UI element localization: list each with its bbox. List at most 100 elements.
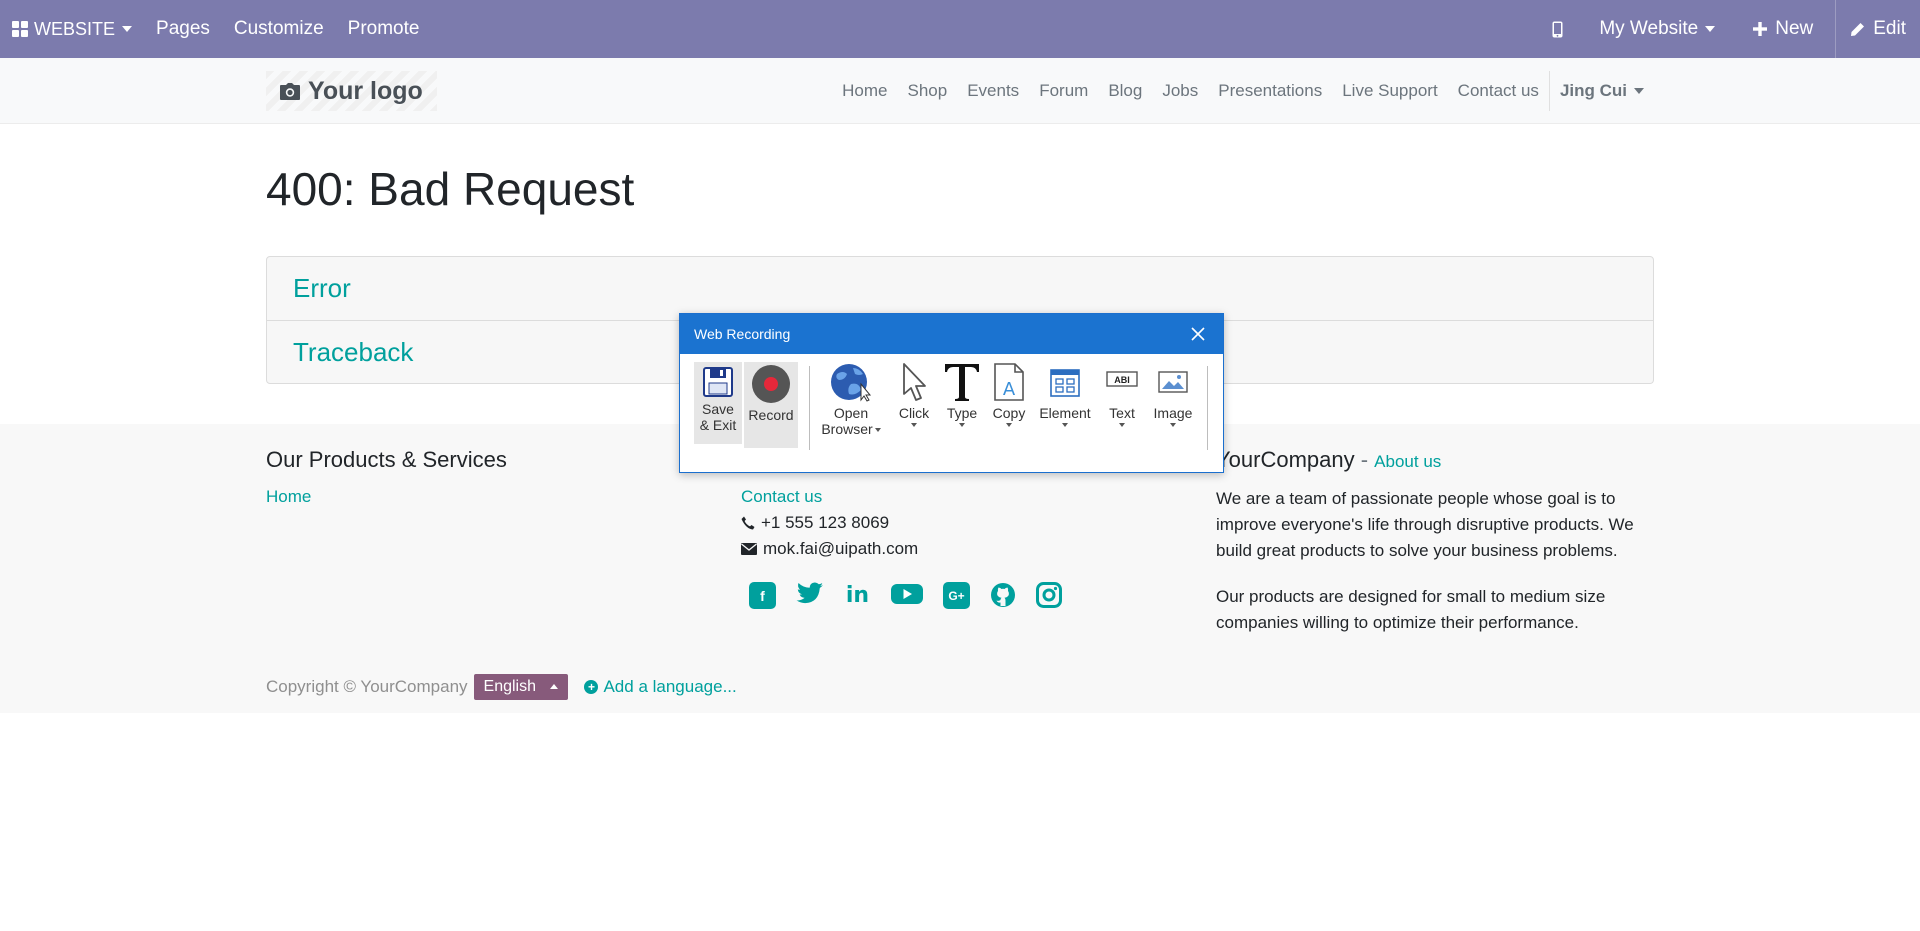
add-language-label: Add a language... xyxy=(603,677,737,696)
logo-text: Your logo xyxy=(308,76,423,105)
nav-live-support[interactable]: Live Support xyxy=(1332,81,1447,101)
copy-document-icon: A xyxy=(994,363,1024,401)
language-label: English xyxy=(483,678,537,695)
menu-pages[interactable]: Pages xyxy=(144,0,222,58)
web-recording-dialog: Web Recording Save & Exit Record Open Br… xyxy=(679,313,1224,473)
nav-contact-us[interactable]: Contact us xyxy=(1448,81,1549,101)
type-button[interactable]: Type xyxy=(942,362,982,427)
element-window-icon xyxy=(1050,369,1080,397)
recording-toolbar: Save & Exit Record Open Browser Click Ty… xyxy=(680,354,1223,472)
google-plus-icon[interactable]: G+ xyxy=(943,582,970,609)
footer-about-heading: YourCompany - About us xyxy=(1216,446,1656,476)
toolbar-divider xyxy=(1207,366,1208,450)
chevron-down-icon xyxy=(122,26,133,32)
click-button[interactable]: Click xyxy=(894,362,934,427)
menu-promote[interactable]: Promote xyxy=(336,0,432,58)
nav-shop[interactable]: Shop xyxy=(898,81,958,101)
chevron-down-icon xyxy=(1705,26,1716,32)
github-icon[interactable] xyxy=(990,582,1016,608)
record-icon xyxy=(752,365,790,403)
click-label: Click xyxy=(898,405,930,421)
copyright-text: Copyright © YourCompany xyxy=(266,677,468,696)
site-logo[interactable]: Your logo xyxy=(266,71,437,111)
twitter-icon[interactable] xyxy=(796,582,824,606)
web-recording-titlebar[interactable]: Web Recording xyxy=(680,314,1223,354)
page-title: 400: Bad Request xyxy=(266,163,635,215)
linkedin-icon[interactable]: in xyxy=(844,582,871,609)
social-links: f in G+ xyxy=(749,582,1062,609)
text-button[interactable]: ABI Text xyxy=(1102,362,1142,427)
nav-jobs[interactable]: Jobs xyxy=(1152,81,1208,101)
nav-events[interactable]: Events xyxy=(957,81,1029,101)
footer-contact-column: Contact us +1 555 123 8069 mok.fai@uipat… xyxy=(741,484,1062,609)
element-label: Element xyxy=(1039,405,1091,421)
dropdown-arrow-icon xyxy=(1170,423,1176,427)
language-selector[interactable]: English xyxy=(473,674,569,700)
footer-products-heading: Our Products & Services xyxy=(266,447,507,472)
copyright-bar: Copyright © YourCompany English + Add a … xyxy=(266,674,737,700)
phone-number: +1 555 123 8069 xyxy=(761,513,890,532)
globe-cursor-icon xyxy=(831,364,872,402)
footer-link-contact-us[interactable]: Contact us xyxy=(741,484,1062,510)
chevron-up-icon xyxy=(550,684,559,690)
pencil-icon xyxy=(1851,22,1865,36)
instagram-icon[interactable] xyxy=(1036,582,1062,608)
website-menu[interactable]: WEBSITE xyxy=(0,0,144,58)
edit-label: Edit xyxy=(1873,18,1906,39)
phone-icon xyxy=(741,516,755,530)
dropdown-arrow-icon xyxy=(911,423,917,427)
website-selector[interactable]: My Website xyxy=(1583,0,1731,58)
dropdown-arrow-icon xyxy=(1062,423,1068,427)
about-paragraph-1: We are a team of passionate people whose… xyxy=(1216,489,1634,560)
type-label: Type xyxy=(946,405,978,421)
image-picture-icon xyxy=(1158,371,1188,393)
copy-label: Copy xyxy=(992,405,1026,421)
save-label-2: & Exit xyxy=(699,417,737,433)
cursor-arrow-icon xyxy=(903,363,926,401)
open-label-2: Browser xyxy=(821,421,873,437)
company-name: YourCompany xyxy=(1216,447,1355,472)
dropdown-arrow-icon xyxy=(1119,423,1125,427)
user-menu[interactable]: Jing Cui xyxy=(1548,71,1654,111)
type-t-icon xyxy=(945,364,979,401)
nav-blog[interactable]: Blog xyxy=(1098,81,1152,101)
record-button[interactable]: Record xyxy=(744,362,798,448)
add-language-link[interactable]: + Add a language... xyxy=(584,677,737,697)
copy-button[interactable]: A Copy xyxy=(989,362,1029,427)
nav-home[interactable]: Home xyxy=(832,81,897,101)
user-name: Jing Cui xyxy=(1559,81,1627,100)
open-browser-button[interactable]: Open Browser xyxy=(820,362,882,437)
mobile-preview-button[interactable] xyxy=(1532,0,1583,58)
footer-link-home[interactable]: Home xyxy=(266,484,507,510)
save-exit-button[interactable]: Save & Exit xyxy=(694,362,742,444)
main-nav: Home Shop Events Forum Blog Jobs Present… xyxy=(832,58,1654,124)
new-button[interactable]: New xyxy=(1731,0,1835,58)
panel-error[interactable]: Error xyxy=(267,257,1653,320)
plus-icon xyxy=(1753,22,1768,36)
about-us-link[interactable]: About us xyxy=(1374,452,1441,471)
website-menu-label: WEBSITE xyxy=(34,18,116,39)
new-label: New xyxy=(1775,18,1814,39)
footer-email: mok.fai@uipath.com xyxy=(741,536,1062,562)
save-disk-icon xyxy=(703,367,733,397)
admin-bar: WEBSITE Pages Customize Promote My Websi… xyxy=(0,0,1920,58)
nav-presentations[interactable]: Presentations xyxy=(1208,81,1332,101)
footer-about-column: YourCompany - About us We are a team of … xyxy=(1216,446,1656,636)
nav-forum[interactable]: Forum xyxy=(1029,81,1098,101)
element-button[interactable]: Element xyxy=(1036,362,1094,427)
website-selector-label: My Website xyxy=(1599,18,1699,39)
facebook-icon[interactable]: f xyxy=(749,582,776,609)
edit-button[interactable]: Edit xyxy=(1835,0,1920,58)
image-button[interactable]: Image xyxy=(1150,362,1196,427)
dropdown-arrow-icon xyxy=(1006,423,1012,427)
youtube-icon[interactable] xyxy=(891,582,923,606)
web-recording-title: Web Recording xyxy=(694,326,791,342)
record-label: Record xyxy=(748,407,794,423)
menu-customize[interactable]: Customize xyxy=(222,0,336,58)
apps-grid-icon xyxy=(12,21,28,37)
save-label-1: Save xyxy=(702,401,734,417)
site-header: Your logo Home Shop Events Forum Blog Jo… xyxy=(0,58,1920,124)
close-icon[interactable] xyxy=(1187,323,1209,345)
mobile-preview-icon xyxy=(1552,21,1563,37)
about-paragraph-2: Our products are designed for small to m… xyxy=(1216,587,1606,632)
